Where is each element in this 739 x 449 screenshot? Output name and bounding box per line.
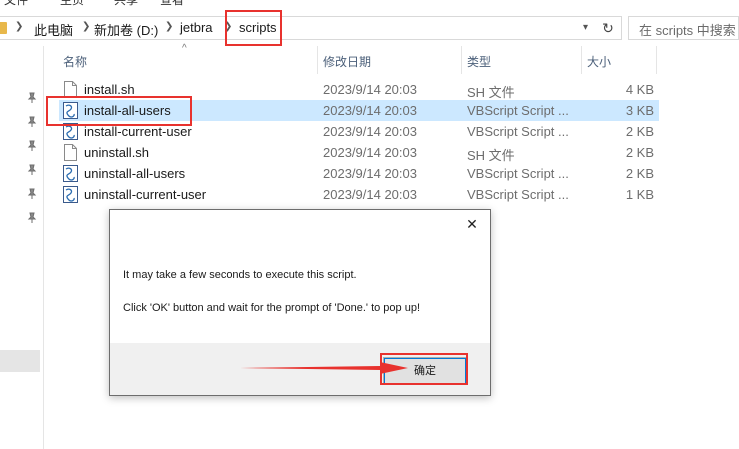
file-name: install-current-user xyxy=(84,124,192,139)
chevron-right-icon[interactable]: ❯ xyxy=(165,21,173,32)
address-bar-row: ❯ 此电脑 ❯ 新加卷 (D:) ❯ jetbra ❯ scripts ▾ ↻ … xyxy=(0,10,739,46)
highlight-box xyxy=(225,10,282,46)
folder-icon xyxy=(0,22,7,34)
file-name: install.sh xyxy=(84,82,135,97)
pin-icon[interactable] xyxy=(27,92,37,104)
file-type: VBScript Script ... xyxy=(467,187,569,202)
ribbon-tab[interactable]: 查看 xyxy=(160,0,184,6)
file-date: 2023/9/14 20:03 xyxy=(323,166,417,181)
column-divider[interactable] xyxy=(581,46,582,74)
search-input[interactable]: 在 scripts 中搜索 xyxy=(628,16,739,40)
sort-ascending-icon: ^ xyxy=(182,43,187,54)
file-date: 2023/9/14 20:03 xyxy=(323,103,417,118)
vbscript-file-icon xyxy=(63,165,78,182)
highlight-box xyxy=(380,353,468,385)
file-name: uninstall-current-user xyxy=(84,187,207,202)
file-date: 2023/9/14 20:03 xyxy=(323,82,417,97)
dialog-message-line1: It may take a few seconds to execute thi… xyxy=(123,269,357,281)
pin-icon[interactable] xyxy=(27,212,37,224)
dialog-message-line2: Click 'OK' button and wait for the promp… xyxy=(123,302,421,314)
chevron-right-icon[interactable]: ❯ xyxy=(82,21,90,32)
ribbon-strip: 文件 主页 共享 查看 xyxy=(0,0,739,6)
sh-file-icon xyxy=(64,144,77,161)
column-divider[interactable] xyxy=(656,46,657,74)
file-type: SH 文件 xyxy=(467,148,515,163)
refresh-icon[interactable]: ↻ xyxy=(597,17,619,39)
breadcrumb-jetbra[interactable]: jetbra xyxy=(180,20,213,35)
breadcrumb-this-pc[interactable]: 此电脑 xyxy=(34,20,73,39)
file-type: VBScript Script ... xyxy=(467,103,569,118)
address-bar[interactable]: ❯ 此电脑 ❯ 新加卷 (D:) ❯ jetbra ❯ scripts ▾ ↻ xyxy=(0,16,622,40)
file-size: 2 KB xyxy=(625,145,654,160)
file-type: VBScript Script ... xyxy=(467,166,569,181)
nav-selected-item[interactable] xyxy=(0,350,40,372)
file-row[interactable]: uninstall-all-users 2023/9/14 20:03 VBSc… xyxy=(59,163,659,184)
pin-icon[interactable] xyxy=(27,140,37,152)
breadcrumb-drive[interactable]: 新加卷 (D:) xyxy=(94,20,158,39)
close-icon[interactable]: ✕ xyxy=(462,214,482,234)
column-divider[interactable] xyxy=(461,46,462,74)
file-name: uninstall-all-users xyxy=(84,166,186,181)
file-size: 4 KB xyxy=(625,82,654,97)
file-type: SH 文件 xyxy=(467,85,515,100)
chevron-right-icon[interactable]: ❯ xyxy=(15,21,23,32)
file-size: 1 KB xyxy=(625,187,654,202)
pin-icon[interactable] xyxy=(27,164,37,176)
file-type: VBScript Script ... xyxy=(467,124,569,139)
file-row[interactable]: uninstall-current-user 2023/9/14 20:03 V… xyxy=(59,184,659,205)
pin-icon[interactable] xyxy=(27,116,37,128)
column-divider[interactable] xyxy=(317,46,318,74)
search-placeholder: 在 scripts 中搜索 xyxy=(639,23,736,38)
ribbon-tab[interactable]: 主页 xyxy=(60,0,84,6)
pin-icon[interactable] xyxy=(27,188,37,200)
column-header-date[interactable]: 修改日期 xyxy=(323,53,371,70)
file-size: 2 KB xyxy=(625,166,654,181)
address-dropdown-icon[interactable]: ▾ xyxy=(583,22,588,33)
navigation-pane xyxy=(0,46,44,449)
column-header-name[interactable]: 名称 xyxy=(63,53,87,70)
file-date: 2023/9/14 20:03 xyxy=(323,187,417,202)
file-date: 2023/9/14 20:03 xyxy=(323,145,417,160)
ribbon-tab[interactable]: 共享 xyxy=(114,0,138,6)
ribbon-tab[interactable]: 文件 xyxy=(4,0,28,6)
file-size: 2 KB xyxy=(625,124,654,139)
column-header-row: ^ 名称 修改日期 类型 大小 xyxy=(44,43,739,74)
file-size: 3 KB xyxy=(625,103,654,118)
file-row[interactable]: uninstall.sh 2023/9/14 20:03 SH 文件 2 KB xyxy=(59,142,659,163)
file-name: uninstall.sh xyxy=(84,145,150,160)
vbscript-file-icon xyxy=(63,186,78,203)
highlight-box xyxy=(46,96,192,126)
column-header-size[interactable]: 大小 xyxy=(587,53,611,70)
file-date: 2023/9/14 20:03 xyxy=(323,124,417,139)
column-header-type[interactable]: 类型 xyxy=(467,53,491,70)
